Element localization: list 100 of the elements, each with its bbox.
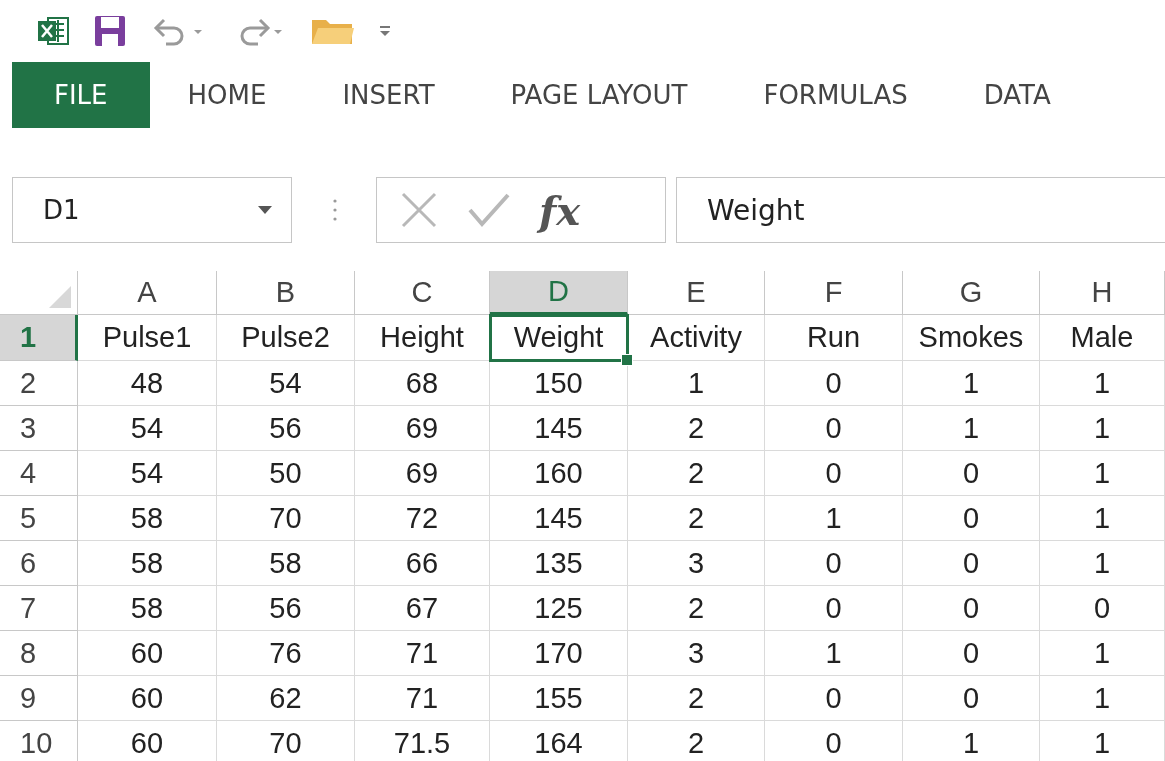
table-cell: 66 — [355, 541, 490, 586]
table-cell: 1 — [1040, 451, 1165, 496]
table-cell: 58 — [217, 541, 355, 586]
table-cell: 3 — [628, 541, 765, 586]
table-cell: 70 — [217, 721, 355, 761]
row-header[interactable]: 8 — [0, 631, 78, 676]
select-all-icon[interactable] — [49, 286, 71, 308]
cancel-icon[interactable] — [399, 190, 439, 230]
table-cell: 54 — [217, 361, 355, 406]
table-cell: 0 — [765, 361, 903, 406]
row-header[interactable]: 9 — [0, 676, 78, 721]
table-cell: 1 — [1040, 631, 1165, 676]
column-header[interactable]: H — [1040, 271, 1165, 315]
row-header[interactable]: 7 — [0, 586, 78, 631]
column-header[interactable]: E — [628, 271, 765, 315]
spreadsheet-app-icon — [36, 14, 70, 48]
table-cell: 0 — [765, 721, 903, 761]
table-cell: 1 — [903, 361, 1040, 406]
table-cell: 2 — [628, 451, 765, 496]
table-cell: 0 — [903, 631, 1040, 676]
table-cell: Pulse2 — [217, 315, 355, 361]
table-cell: Height — [355, 315, 490, 361]
table-cell: 2 — [628, 586, 765, 631]
checkmark-icon[interactable] — [467, 192, 511, 228]
table-cell: 60 — [78, 631, 217, 676]
customize-caret-icon[interactable] — [378, 23, 392, 39]
table-cell: 56 — [217, 406, 355, 451]
table-cell: 68 — [355, 361, 490, 406]
column-header[interactable]: G — [903, 271, 1040, 315]
table-cell: 2 — [628, 496, 765, 541]
table-cell: 69 — [355, 451, 490, 496]
row-header[interactable]: 1 — [0, 315, 78, 361]
row-header[interactable]: 5 — [0, 496, 78, 541]
table-cell: 1 — [1040, 721, 1165, 761]
table-cell: 62 — [217, 676, 355, 721]
table-cell: 1 — [628, 361, 765, 406]
row-header[interactable]: 3 — [0, 406, 78, 451]
table-cell: Pulse1 — [78, 315, 217, 361]
table-cell: 72 — [355, 496, 490, 541]
table-cell: 2 — [628, 676, 765, 721]
table-cell: 135 — [490, 541, 628, 586]
table-cell: 0 — [765, 541, 903, 586]
formula-input[interactable]: Weight — [676, 177, 1165, 243]
table-cell: Weight — [490, 315, 628, 361]
table-cell: 54 — [78, 451, 217, 496]
ribbon-tab[interactable]: DATA — [945, 62, 1089, 128]
table-cell: 69 — [355, 406, 490, 451]
table-cell: 56 — [217, 586, 355, 631]
table-cell: Activity — [628, 315, 765, 361]
row-header[interactable]: 10 — [0, 721, 78, 761]
ribbon-tab[interactable]: INSERT — [304, 62, 473, 128]
table-cell: 58 — [78, 586, 217, 631]
ribbon-tab[interactable]: FORMULAS — [725, 62, 946, 128]
row-header[interactable]: 2 — [0, 361, 78, 406]
column-header[interactable]: B — [217, 271, 355, 315]
table-cell: Run — [765, 315, 903, 361]
table-cell: 58 — [78, 541, 217, 586]
table-cell: 0 — [1040, 586, 1165, 631]
column-header[interactable]: F — [765, 271, 903, 315]
table-cell: 0 — [903, 541, 1040, 586]
table-cell: 2 — [628, 721, 765, 761]
table-cell: 70 — [217, 496, 355, 541]
column-header[interactable]: D — [490, 271, 628, 315]
table-cell: 160 — [490, 451, 628, 496]
save-icon[interactable] — [92, 13, 128, 49]
row-header[interactable]: 4 — [0, 451, 78, 496]
table-cell: 0 — [903, 496, 1040, 541]
table-cell: 2 — [628, 406, 765, 451]
table-cell: 60 — [78, 721, 217, 761]
table-cell: 0 — [903, 676, 1040, 721]
table-cell: 71.5 — [355, 721, 490, 761]
name-box[interactable]: D1 — [12, 177, 292, 243]
table-cell: 145 — [490, 406, 628, 451]
table-cell: 164 — [490, 721, 628, 761]
table-cell: 1 — [1040, 406, 1165, 451]
ribbon-tab[interactable]: FILE — [12, 62, 150, 128]
dropdown-caret-icon[interactable] — [257, 205, 273, 215]
table-cell: 1 — [765, 496, 903, 541]
ribbon-tab[interactable]: HOME — [149, 62, 305, 128]
column-header[interactable]: A — [78, 271, 217, 315]
table-cell: 1 — [903, 721, 1040, 761]
table-cell: 155 — [490, 676, 628, 721]
table-cell: 0 — [765, 676, 903, 721]
table-cell: 1 — [765, 631, 903, 676]
table-cell: 71 — [355, 676, 490, 721]
table-cell: 76 — [217, 631, 355, 676]
fill-handle[interactable] — [621, 354, 633, 366]
table-cell: 0 — [765, 406, 903, 451]
table-cell: 150 — [490, 361, 628, 406]
table-cell: 1 — [1040, 541, 1165, 586]
table-cell: 71 — [355, 631, 490, 676]
ribbon-tab[interactable]: PAGE LAYOUT — [472, 62, 726, 128]
table-cell: 1 — [1040, 361, 1165, 406]
table-cell: Smokes — [903, 315, 1040, 361]
table-cell: 54 — [78, 406, 217, 451]
table-cell: 48 — [78, 361, 217, 406]
row-header[interactable]: 6 — [0, 541, 78, 586]
table-cell: 145 — [490, 496, 628, 541]
table-cell: 170 — [490, 631, 628, 676]
table-cell: 1 — [1040, 676, 1165, 721]
